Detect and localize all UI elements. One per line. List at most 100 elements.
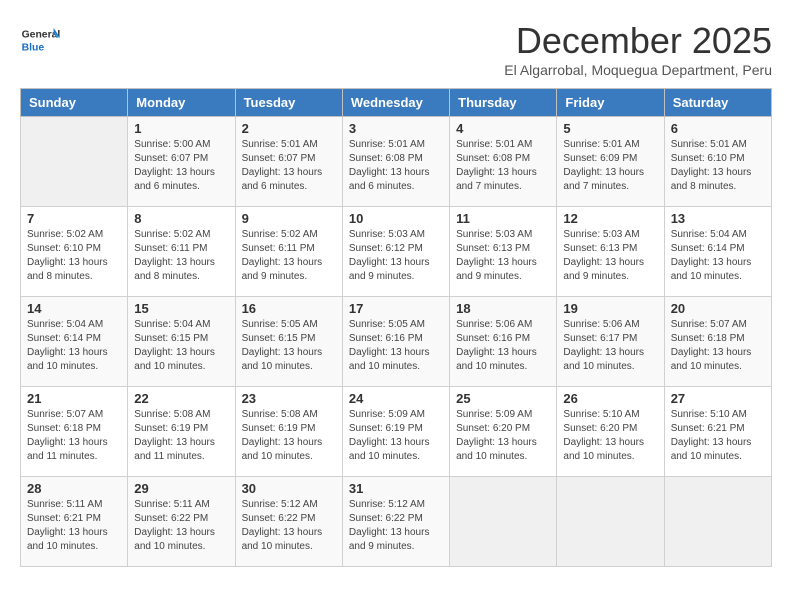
week-row-1: 1 Sunrise: 5:00 AM Sunset: 6:07 PM Daylig…	[21, 117, 772, 207]
day-number: 27	[671, 391, 765, 406]
calendar-cell: 3 Sunrise: 5:01 AM Sunset: 6:08 PM Daylig…	[342, 117, 449, 207]
cell-info: Sunrise: 5:08 AM Sunset: 6:19 PM Dayligh…	[242, 408, 336, 464]
day-number: 9	[242, 211, 336, 226]
cell-info: Sunrise: 5:11 AM Sunset: 6:21 PM Dayligh…	[27, 498, 121, 554]
calendar-cell: 12 Sunrise: 5:03 AM Sunset: 6:13 PM Dayli…	[557, 207, 664, 297]
calendar-cell: 16 Sunrise: 5:05 AM Sunset: 6:15 PM Dayli…	[235, 297, 342, 387]
cell-info: Sunrise: 5:10 AM Sunset: 6:20 PM Dayligh…	[563, 408, 657, 464]
calendar-cell: 4 Sunrise: 5:01 AM Sunset: 6:08 PM Daylig…	[450, 117, 557, 207]
day-number: 21	[27, 391, 121, 406]
cell-info: Sunrise: 5:09 AM Sunset: 6:19 PM Dayligh…	[349, 408, 443, 464]
calendar-header-row: SundayMondayTuesdayWednesdayThursdayFrid…	[21, 89, 772, 117]
cell-info: Sunrise: 5:12 AM Sunset: 6:22 PM Dayligh…	[349, 498, 443, 554]
header-thursday: Thursday	[450, 89, 557, 117]
cell-info: Sunrise: 5:04 AM Sunset: 6:14 PM Dayligh…	[671, 228, 765, 284]
calendar-cell	[664, 477, 771, 567]
cell-info: Sunrise: 5:06 AM Sunset: 6:17 PM Dayligh…	[563, 318, 657, 374]
cell-info: Sunrise: 5:01 AM Sunset: 6:08 PM Dayligh…	[349, 138, 443, 194]
calendar-cell: 24 Sunrise: 5:09 AM Sunset: 6:19 PM Dayli…	[342, 387, 449, 477]
calendar-cell: 10Sunrise: 5:03 AM Sunset: 6:12 PM Dayli…	[342, 207, 449, 297]
cell-info: Sunrise: 5:02 AM Sunset: 6:10 PM Dayligh…	[27, 228, 121, 284]
day-number: 24	[349, 391, 443, 406]
day-number: 6	[671, 121, 765, 136]
header-wednesday: Wednesday	[342, 89, 449, 117]
calendar-cell: 21 Sunrise: 5:07 AM Sunset: 6:18 PM Dayli…	[21, 387, 128, 477]
calendar-cell: 25 Sunrise: 5:09 AM Sunset: 6:20 PM Dayli…	[450, 387, 557, 477]
location-subtitle: El Algarrobal, Moquegua Department, Peru	[504, 62, 772, 78]
day-number: 22	[134, 391, 228, 406]
day-number: 7	[27, 211, 121, 226]
header-monday: Monday	[128, 89, 235, 117]
calendar-cell	[450, 477, 557, 567]
cell-info: Sunrise: 5:12 AM Sunset: 6:22 PM Dayligh…	[242, 498, 336, 554]
cell-info: Sunrise: 5:00 AM Sunset: 6:07 PM Dayligh…	[134, 138, 228, 194]
calendar-cell: 17 Sunrise: 5:05 AM Sunset: 6:16 PM Dayli…	[342, 297, 449, 387]
cell-info: Sunrise: 5:03 AM Sunset: 6:13 PM Dayligh…	[563, 228, 657, 284]
calendar-cell: 29 Sunrise: 5:11 AM Sunset: 6:22 PM Dayli…	[128, 477, 235, 567]
svg-text:Blue: Blue	[22, 42, 45, 53]
day-number: 30	[242, 481, 336, 496]
day-number: 4	[456, 121, 550, 136]
calendar-cell: 26 Sunrise: 5:10 AM Sunset: 6:20 PM Dayli…	[557, 387, 664, 477]
cell-info: Sunrise: 5:02 AM Sunset: 6:11 PM Dayligh…	[134, 228, 228, 284]
cell-info: Sunrise: 5:01 AM Sunset: 6:08 PM Dayligh…	[456, 138, 550, 194]
day-number: 13	[671, 211, 765, 226]
day-number: 12	[563, 211, 657, 226]
day-number: 31	[349, 481, 443, 496]
week-row-5: 28 Sunrise: 5:11 AM Sunset: 6:21 PM Dayli…	[21, 477, 772, 567]
week-row-2: 7 Sunrise: 5:02 AM Sunset: 6:10 PM Daylig…	[21, 207, 772, 297]
day-number: 16	[242, 301, 336, 316]
calendar-cell: 22 Sunrise: 5:08 AM Sunset: 6:19 PM Dayli…	[128, 387, 235, 477]
calendar-cell: 7 Sunrise: 5:02 AM Sunset: 6:10 PM Daylig…	[21, 207, 128, 297]
day-number: 19	[563, 301, 657, 316]
cell-info: Sunrise: 5:04 AM Sunset: 6:15 PM Dayligh…	[134, 318, 228, 374]
cell-info: Sunrise: 5:06 AM Sunset: 6:16 PM Dayligh…	[456, 318, 550, 374]
day-number: 25	[456, 391, 550, 406]
cell-info: Sunrise: 5:08 AM Sunset: 6:19 PM Dayligh…	[134, 408, 228, 464]
calendar-cell: 28 Sunrise: 5:11 AM Sunset: 6:21 PM Dayli…	[21, 477, 128, 567]
calendar-cell: 27 Sunrise: 5:10 AM Sunset: 6:21 PM Dayli…	[664, 387, 771, 477]
calendar-cell: 1 Sunrise: 5:00 AM Sunset: 6:07 PM Daylig…	[128, 117, 235, 207]
day-number: 23	[242, 391, 336, 406]
day-number: 14	[27, 301, 121, 316]
cell-info: Sunrise: 5:05 AM Sunset: 6:15 PM Dayligh…	[242, 318, 336, 374]
day-number: 26	[563, 391, 657, 406]
header-friday: Friday	[557, 89, 664, 117]
day-number: 28	[27, 481, 121, 496]
calendar-cell: 6 Sunrise: 5:01 AM Sunset: 6:10 PM Daylig…	[664, 117, 771, 207]
header-saturday: Saturday	[664, 89, 771, 117]
day-number: 1	[134, 121, 228, 136]
cell-info: Sunrise: 5:05 AM Sunset: 6:16 PM Dayligh…	[349, 318, 443, 374]
cell-info: Sunrise: 5:01 AM Sunset: 6:09 PM Dayligh…	[563, 138, 657, 194]
day-number: 10	[349, 211, 443, 226]
calendar-cell: 18Sunrise: 5:06 AM Sunset: 6:16 PM Dayli…	[450, 297, 557, 387]
calendar-cell: 5Sunrise: 5:01 AM Sunset: 6:09 PM Daylig…	[557, 117, 664, 207]
calendar-cell: 30 Sunrise: 5:12 AM Sunset: 6:22 PM Dayli…	[235, 477, 342, 567]
calendar-cell: 31 Sunrise: 5:12 AM Sunset: 6:22 PM Dayli…	[342, 477, 449, 567]
cell-info: Sunrise: 5:07 AM Sunset: 6:18 PM Dayligh…	[27, 408, 121, 464]
day-number: 17	[349, 301, 443, 316]
calendar-table: SundayMondayTuesdayWednesdayThursdayFrid…	[20, 88, 772, 567]
cell-info: Sunrise: 5:07 AM Sunset: 6:18 PM Dayligh…	[671, 318, 765, 374]
cell-info: Sunrise: 5:03 AM Sunset: 6:13 PM Dayligh…	[456, 228, 550, 284]
calendar-cell	[557, 477, 664, 567]
day-number: 3	[349, 121, 443, 136]
header-sunday: Sunday	[21, 89, 128, 117]
day-number: 8	[134, 211, 228, 226]
cell-info: Sunrise: 5:10 AM Sunset: 6:21 PM Dayligh…	[671, 408, 765, 464]
calendar-cell: 19 Sunrise: 5:06 AM Sunset: 6:17 PM Dayli…	[557, 297, 664, 387]
logo: General Blue	[20, 20, 64, 60]
week-row-3: 14Sunrise: 5:04 AM Sunset: 6:14 PM Dayli…	[21, 297, 772, 387]
cell-info: Sunrise: 5:09 AM Sunset: 6:20 PM Dayligh…	[456, 408, 550, 464]
cell-info: Sunrise: 5:01 AM Sunset: 6:10 PM Dayligh…	[671, 138, 765, 194]
cell-info: Sunrise: 5:01 AM Sunset: 6:07 PM Dayligh…	[242, 138, 336, 194]
calendar-cell: 20Sunrise: 5:07 AM Sunset: 6:18 PM Dayli…	[664, 297, 771, 387]
day-number: 2	[242, 121, 336, 136]
calendar-cell: 8 Sunrise: 5:02 AM Sunset: 6:11 PM Daylig…	[128, 207, 235, 297]
day-number: 29	[134, 481, 228, 496]
calendar-cell: 14Sunrise: 5:04 AM Sunset: 6:14 PM Dayli…	[21, 297, 128, 387]
title-block: December 2025 El Algarrobal, Moquegua De…	[504, 20, 772, 78]
cell-info: Sunrise: 5:11 AM Sunset: 6:22 PM Dayligh…	[134, 498, 228, 554]
day-number: 15	[134, 301, 228, 316]
calendar-cell: 13 Sunrise: 5:04 AM Sunset: 6:14 PM Dayli…	[664, 207, 771, 297]
